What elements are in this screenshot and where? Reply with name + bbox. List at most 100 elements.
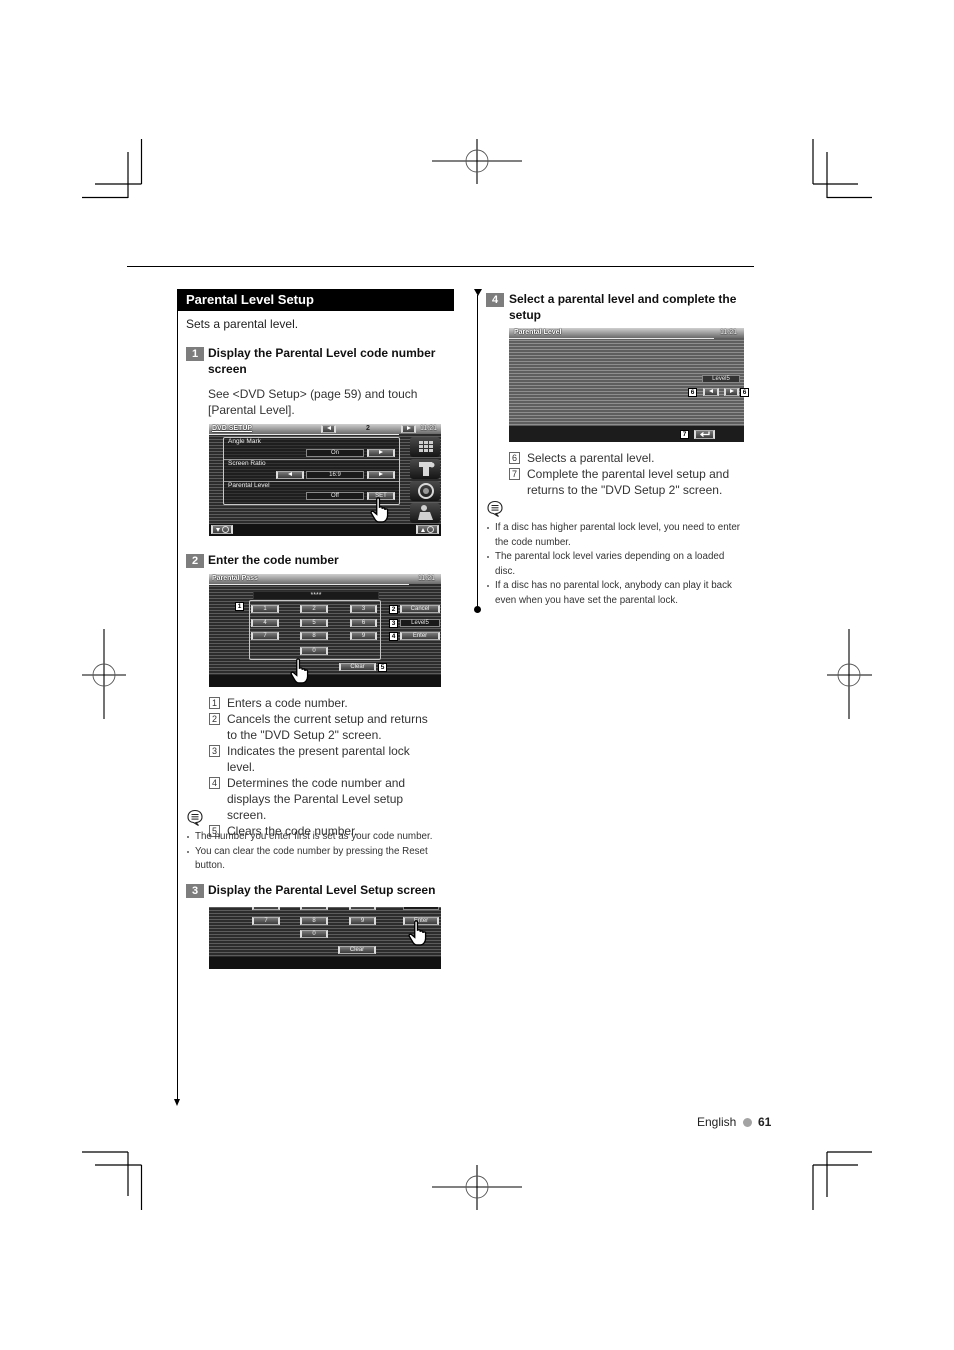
dvd-setup-screenshot: DVD SETUP 2 11:21 Angle Mark On Screen R… [209, 424, 441, 536]
bullet [487, 527, 489, 529]
callout-item: 6 Selects a parental level. [509, 450, 731, 466]
note-text: The parental lock level varies depending… [495, 551, 725, 577]
audio-setup-speaker-icon [410, 481, 440, 501]
registration-mark-right [827, 629, 872, 719]
key-7: 7 [252, 917, 280, 925]
key-4: 4 [251, 619, 279, 627]
right-arrow-icon [379, 450, 383, 455]
callout-number: 6 [740, 388, 749, 397]
parental-pass-enter-screenshot: 7 8 9 Enter 0 Clear [209, 907, 441, 969]
return-arrow-icon [699, 431, 710, 438]
up-arrow-icon [421, 527, 425, 532]
left-column-flow-line [177, 311, 178, 1101]
step2-callout-list: 1 Enters a code number. 2 Cancels the curr… [209, 695, 439, 839]
key-partial [300, 907, 328, 910]
callout-number: 7 [509, 468, 520, 480]
key-7: 7 [251, 632, 279, 640]
callout-number: 1 [235, 602, 244, 611]
note-text: The number you enter first is set as you… [195, 831, 433, 842]
callout-text: Complete the parental level setup and re… [527, 467, 730, 497]
callout-number: 1 [209, 697, 220, 709]
note-text: If a disc has higher parental lock level… [495, 522, 741, 548]
screen-title: Parental Pass [212, 575, 258, 582]
level-up-button [724, 388, 739, 396]
header-rule [127, 266, 754, 267]
screen-ratio-next-button [367, 471, 395, 479]
callout-number: 7 [680, 430, 689, 439]
key-9: 9 [350, 632, 377, 640]
callout-number: 3 [389, 619, 398, 628]
setup-menu-grid-icon [410, 437, 440, 457]
key-8: 8 [300, 632, 328, 640]
callout-number: 6 [509, 452, 520, 464]
clock: 11:21 [418, 575, 435, 582]
left-arrow-icon [326, 426, 331, 431]
av-setup-figure-icon [410, 503, 440, 523]
key-1: 1 [251, 605, 279, 613]
callout-item: 2 Cancels the current setup and returns t… [209, 711, 439, 743]
key-5: 5 [300, 619, 328, 627]
title-underline [509, 338, 714, 339]
callout-item: 7 Complete the parental level setup and r… [509, 466, 731, 498]
continue-arrow-icon [174, 1099, 180, 1106]
callout-item: 4 Determines the code number and displays… [209, 775, 439, 823]
title-underline [209, 584, 409, 585]
note-item: If a disc has no parental lock, anybody … [486, 579, 743, 608]
scroll-down-button [211, 525, 233, 534]
note-icon [187, 809, 203, 826]
step-number-badge: 3 [186, 884, 204, 898]
step4-callout-list: 6 Selects a parental level. 7 Complete the… [509, 450, 731, 498]
hand-pointer-icon [370, 497, 389, 523]
callout-number: 2 [209, 713, 220, 725]
parental-level-screenshot: Parental Level 11:21 Level5 6 6 7 [509, 328, 749, 442]
screen-title: DVD SETUP [212, 425, 253, 432]
code-display: **** [253, 591, 379, 600]
parental-level-value: Off [306, 492, 364, 500]
callout-number: 6 [688, 388, 697, 397]
step-title: Select a parental level and complete the… [509, 292, 737, 322]
registration-mark-left [82, 629, 126, 719]
step-title: Enter the code number [208, 553, 339, 567]
note-icon [487, 500, 503, 517]
section-intro: Sets a parental level. [186, 317, 299, 331]
key-0: 0 [300, 647, 328, 655]
callout-number: 2 [389, 605, 398, 614]
return-button [694, 430, 715, 439]
screen-bottom-bar [209, 675, 441, 687]
parental-level-display: Level5 [702, 375, 740, 383]
note-item: The number you enter first is set as you… [186, 830, 443, 845]
screen-ratio-value: 16:9 [306, 471, 364, 479]
step-instruction: See <DVD Setup> (page 59) and touch [Par… [208, 387, 418, 417]
page-number: 61 [758, 1115, 772, 1129]
level-indicator-partial [403, 907, 439, 910]
key-9: 9 [349, 917, 376, 925]
angle-mark-value: On [306, 449, 364, 457]
note-item: You can clear the code number by pressin… [186, 845, 443, 874]
step-number-badge: 4 [486, 293, 504, 307]
angle-mark-next-button [367, 449, 395, 457]
clock: 11:21 [420, 425, 437, 432]
screen-ratio-label: Screen Ratio [228, 460, 266, 467]
screen-bottom-bar [209, 524, 441, 536]
page-next-button [401, 425, 416, 433]
right-arrow-icon [406, 426, 411, 431]
bullet [187, 850, 189, 853]
callout-number: 3 [209, 745, 220, 757]
callout-item: 1 Enters a code number. [209, 695, 439, 711]
page-number: 2 [366, 425, 370, 432]
left-arrow-icon [288, 472, 292, 477]
callout-text: Indicates the present parental lock leve… [227, 744, 410, 774]
hand-pointer-icon [408, 920, 427, 946]
clear-button: Clear [338, 946, 376, 954]
footer-language: English [697, 1115, 737, 1129]
screen-title: Parental Level [514, 329, 562, 336]
cancel-button: Cancel [400, 605, 440, 613]
step-number-badge: 2 [186, 554, 204, 568]
bullet [487, 585, 489, 587]
callout-text: Determines the code number and displays … [227, 776, 406, 822]
right-column-flow-line [477, 295, 478, 610]
note-item: If a disc has higher parental lock level… [486, 521, 743, 550]
note-text: If a disc has no parental lock, anybody … [495, 580, 732, 606]
clear-button: Clear [339, 663, 376, 671]
angle-mark-label: Angle Mark [228, 438, 261, 445]
